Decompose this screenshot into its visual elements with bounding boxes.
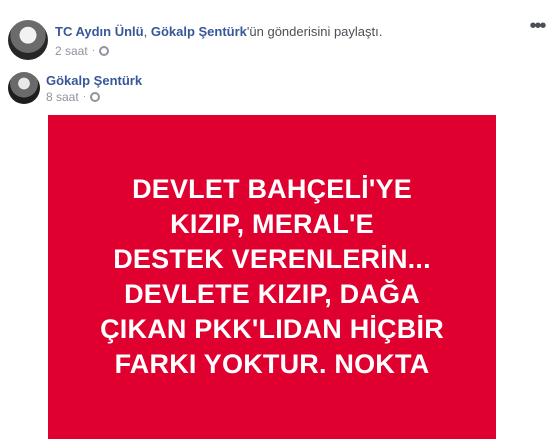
original-post-meta: 8 saat · bbox=[46, 89, 101, 105]
facebook-shared-post: TC Aydın Ünlü, Gökalp Şentürk'ün gönderi… bbox=[0, 0, 557, 447]
profile-avatar[interactable] bbox=[8, 20, 48, 60]
share-header: TC Aydın Ünlü, Gökalp Şentürk'ün gönderi… bbox=[8, 16, 547, 64]
share-separator: , bbox=[143, 24, 151, 39]
original-author-avatar[interactable] bbox=[8, 72, 40, 104]
image-caption-text: DEVLET BAHÇELİ'YE KIZIP, MERAL'E DESTEK … bbox=[100, 174, 444, 379]
share-dot: · bbox=[91, 45, 96, 56]
share-line: TC Aydın Ünlü, Gökalp Şentürk'ün gönderi… bbox=[55, 23, 382, 40]
shared-from-suffix: 'ün gönderisini paylaştı. bbox=[246, 24, 383, 39]
public-globe-icon[interactable] bbox=[99, 46, 110, 56]
original-post-dot: · bbox=[82, 91, 87, 102]
more-options-icon[interactable]: ••• bbox=[527, 16, 547, 38]
share-time[interactable]: 2 saat bbox=[55, 43, 88, 59]
share-meta: 2 saat · bbox=[55, 43, 110, 59]
original-post-header: Gökalp Şentürk 8 saat · bbox=[8, 72, 549, 114]
shared-image[interactable]: DEVLET BAHÇELİ'YE KIZIP, MERAL'E DESTEK … bbox=[48, 115, 496, 439]
shared-from-name-link[interactable]: Gökalp Şentürk bbox=[151, 24, 247, 39]
original-author-name-link[interactable]: Gökalp Şentürk bbox=[46, 72, 142, 89]
original-public-globe-icon[interactable] bbox=[90, 92, 101, 102]
original-post-time[interactable]: 8 saat bbox=[46, 89, 79, 105]
author-name-link[interactable]: TC Aydın Ünlü bbox=[55, 24, 144, 39]
